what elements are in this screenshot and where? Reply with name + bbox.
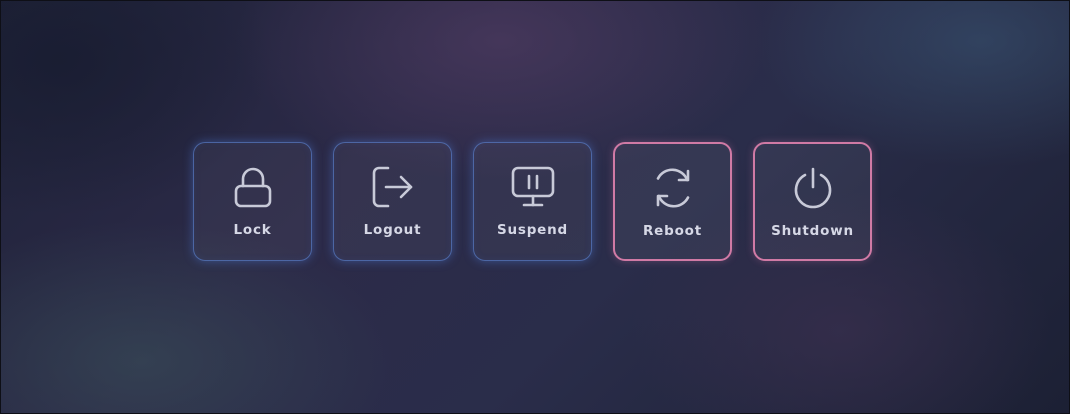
suspend-icon: [511, 165, 555, 209]
reboot-label: Reboot: [642, 223, 703, 239]
logout-label: Logout: [363, 222, 422, 238]
lock-label: Lock: [233, 222, 272, 238]
power-menu: Lock Logout Suspend Reboot Shutdown: [193, 142, 872, 261]
suspend-button[interactable]: Suspend: [473, 142, 592, 261]
shutdown-button[interactable]: Shutdown: [753, 142, 872, 261]
lock-button[interactable]: Lock: [193, 142, 312, 261]
power-icon: [791, 166, 835, 210]
logout-icon: [371, 165, 415, 209]
logout-button[interactable]: Logout: [333, 142, 452, 261]
lock-icon: [231, 165, 275, 209]
session-screen: Lock Logout Suspend Reboot Shutdown: [0, 0, 1070, 414]
suspend-label: Suspend: [496, 222, 569, 238]
reboot-button[interactable]: Reboot: [613, 142, 732, 261]
reboot-icon: [651, 166, 695, 210]
shutdown-label: Shutdown: [771, 223, 854, 239]
